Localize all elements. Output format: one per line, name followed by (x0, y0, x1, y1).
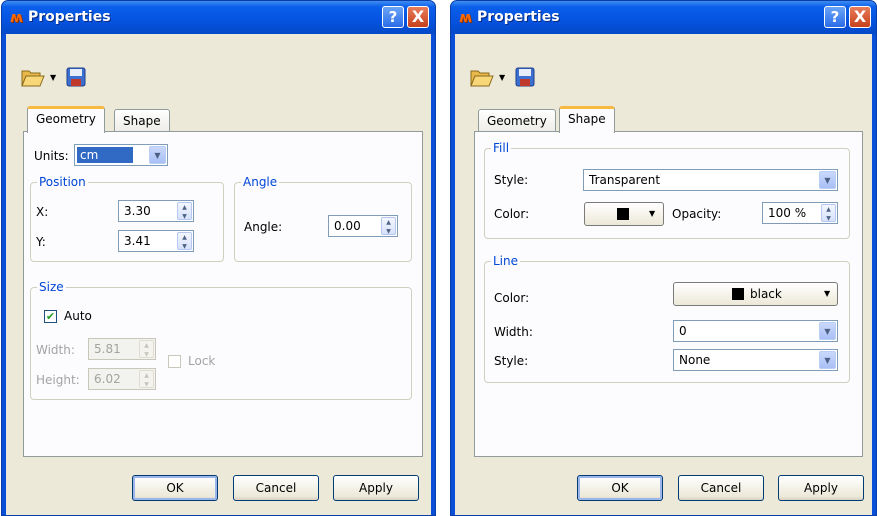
height-value: 6.02 (94, 372, 121, 386)
opacity-label: Opacity: (672, 207, 722, 221)
cancel-button[interactable]: Cancel (678, 475, 764, 501)
spin-arrows-icon[interactable]: ▲ ▼ (821, 204, 836, 222)
fill-color-button[interactable]: ▼ (584, 202, 664, 226)
opacity-value: 100 % (768, 206, 807, 220)
help-button[interactable]: ? (824, 6, 846, 28)
auto-label: Auto (64, 309, 92, 323)
chevron-down-icon[interactable]: ▼ (819, 171, 836, 189)
title-bar[interactable]: ʍ Properties ? X (451, 1, 876, 34)
y-label: Y: (36, 235, 46, 249)
line-color-button[interactable]: black ▼ (673, 282, 838, 306)
ok-button[interactable]: OK (577, 475, 663, 501)
units-value: cm (77, 147, 133, 163)
shape-tab-panel: Fill Style: Transparent ▼ Color: ▼ Opaci… (474, 131, 863, 457)
width-label: Width: (36, 343, 75, 357)
line-color-label: Color: (494, 291, 530, 305)
line-width-value: 0 (679, 324, 687, 338)
opacity-spinbox[interactable]: 100 % ▲ ▼ (762, 202, 838, 224)
window-title: Properties (477, 9, 560, 25)
spin-arrows-icon[interactable]: ▲ ▼ (177, 232, 192, 250)
x-value: 3.30 (124, 204, 151, 218)
height-label: Height: (36, 373, 80, 387)
caret-down-icon: ▼ (824, 289, 831, 298)
dialog-client: ▼ Geometry Shape Fill Style: Transparent… (455, 34, 872, 515)
line-color-name: black (750, 287, 782, 301)
tab-shape[interactable]: Shape (114, 109, 170, 133)
cancel-button[interactable]: Cancel (233, 475, 319, 501)
height-spinbox[interactable]: 6.02 ▲ ▼ (88, 368, 156, 390)
position-title: Position (37, 175, 88, 189)
units-combobox[interactable]: cm ▼ (74, 144, 168, 166)
apply-button[interactable]: Apply (778, 475, 864, 501)
chevron-down-icon[interactable]: ▼ (149, 146, 166, 164)
fill-style-value: Transparent (589, 173, 661, 187)
app-icon: ʍ (459, 10, 472, 26)
caret-down-icon: ▼ (649, 209, 656, 218)
geometry-tab-panel: Units: cm ▼ Position X: 3.30 ▲ ▼ Y: 3.41 … (23, 131, 423, 457)
angle-group: Angle Angle: 0.00 ▲ ▼ (234, 175, 412, 262)
tab-geometry[interactable]: Geometry (478, 109, 556, 133)
fill-style-label: Style: (494, 173, 529, 187)
position-group: Position X: 3.30 ▲ ▼ Y: 3.41 ▲ ▼ (30, 175, 224, 262)
title-bar[interactable]: ʍ Properties ? X (2, 1, 435, 34)
properties-dialog-geometry: ʍ Properties ? X ▼ Geometry Shape Units:… (1, 0, 436, 516)
fill-style-combobox[interactable]: Transparent ▼ (583, 169, 838, 191)
x-label: X: (36, 205, 49, 219)
close-button[interactable]: X (849, 6, 871, 28)
fill-title: Fill (491, 141, 512, 155)
fill-color-swatch (617, 208, 629, 220)
fill-group: Fill Style: Transparent ▼ Color: ▼ Opaci… (484, 141, 850, 239)
angle-spinbox[interactable]: 0.00 ▲ ▼ (328, 215, 398, 237)
auto-checkbox[interactable]: ✔ (44, 310, 57, 323)
open-folder-icon[interactable] (20, 64, 46, 90)
save-icon[interactable] (514, 66, 536, 88)
width-value: 5.81 (94, 342, 121, 356)
tab-geometry[interactable]: Geometry (27, 106, 105, 133)
fill-color-label: Color: (494, 207, 530, 221)
line-width-label: Width: (494, 325, 533, 339)
line-title: Line (491, 254, 521, 268)
line-color-swatch (732, 288, 744, 300)
apply-button[interactable]: Apply (333, 475, 419, 501)
line-group: Line Color: black ▼ Width: 0 ▼ Style: No… (484, 254, 850, 383)
width-spinbox[interactable]: 5.81 ▲ ▼ (88, 338, 156, 360)
lock-label: Lock (188, 354, 216, 368)
save-icon[interactable] (65, 66, 87, 88)
spin-arrows-icon[interactable]: ▲ ▼ (139, 370, 154, 388)
chevron-down-icon[interactable]: ▼ (819, 322, 836, 340)
chevron-down-icon[interactable]: ▼ (819, 351, 836, 369)
help-button[interactable]: ? (382, 6, 404, 28)
close-button[interactable]: X (407, 6, 429, 28)
app-icon: ʍ (10, 10, 23, 26)
line-style-combobox[interactable]: None ▼ (673, 349, 838, 371)
x-spinbox[interactable]: 3.30 ▲ ▼ (118, 200, 194, 222)
lock-checkbox[interactable] (168, 355, 181, 368)
open-dropdown-icon[interactable]: ▼ (50, 73, 56, 82)
y-value: 3.41 (124, 234, 151, 248)
line-style-value: None (679, 353, 711, 367)
angle-value: 0.00 (334, 219, 361, 233)
window-title: Properties (28, 9, 111, 25)
angle-label: Angle: (244, 220, 283, 234)
spin-arrows-icon[interactable]: ▲ ▼ (177, 202, 192, 220)
y-spinbox[interactable]: 3.41 ▲ ▼ (118, 230, 194, 252)
size-group: Size ✔ Auto Width: 5.81 ▲ ▼ Lock Height: … (30, 280, 412, 400)
open-dropdown-icon[interactable]: ▼ (499, 73, 505, 82)
properties-dialog-shape: ʍ Properties ? X ▼ Geometry Shape Fill S… (450, 0, 877, 516)
size-title: Size (37, 280, 66, 294)
spin-arrows-icon[interactable]: ▲ ▼ (139, 340, 154, 358)
tab-shape[interactable]: Shape (559, 106, 615, 133)
line-width-combobox[interactable]: 0 ▼ (673, 320, 838, 342)
ok-button[interactable]: OK (132, 475, 218, 501)
units-label: Units: (34, 149, 69, 163)
dialog-client: ▼ Geometry Shape Units: cm ▼ Position X:… (6, 34, 431, 515)
angle-title: Angle (241, 175, 280, 189)
open-folder-icon[interactable] (469, 64, 495, 90)
spin-arrows-icon[interactable]: ▲ ▼ (381, 217, 396, 235)
line-style-label: Style: (494, 354, 529, 368)
